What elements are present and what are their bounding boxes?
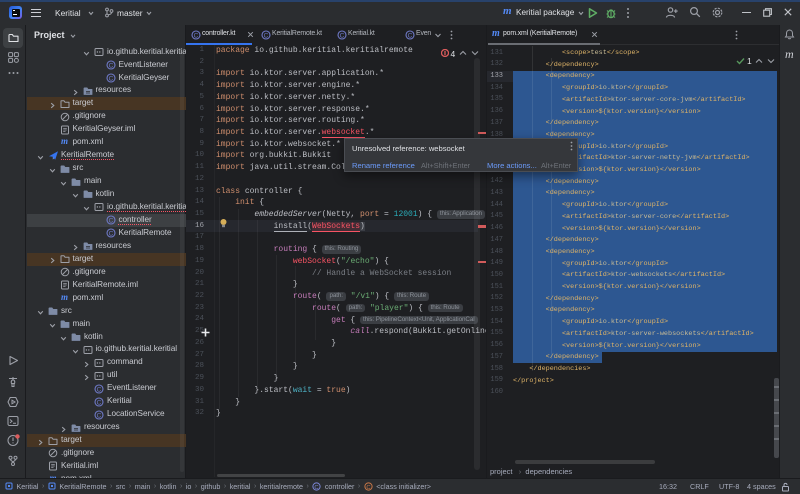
svg-text:C: C <box>315 484 319 490</box>
svg-text:C: C <box>108 218 113 225</box>
svg-text:C: C <box>108 231 113 238</box>
svg-text:C: C <box>97 412 102 419</box>
svg-text:C: C <box>97 386 102 393</box>
svg-text:C: C <box>407 32 412 39</box>
svg-text:C: C <box>97 399 102 406</box>
svg-text:C: C <box>108 62 113 69</box>
svg-text:C: C <box>366 484 370 490</box>
svg-text:C: C <box>193 32 198 39</box>
svg-text:C: C <box>263 32 268 39</box>
svg-text:C: C <box>108 75 113 82</box>
svg-text:C: C <box>339 32 344 39</box>
